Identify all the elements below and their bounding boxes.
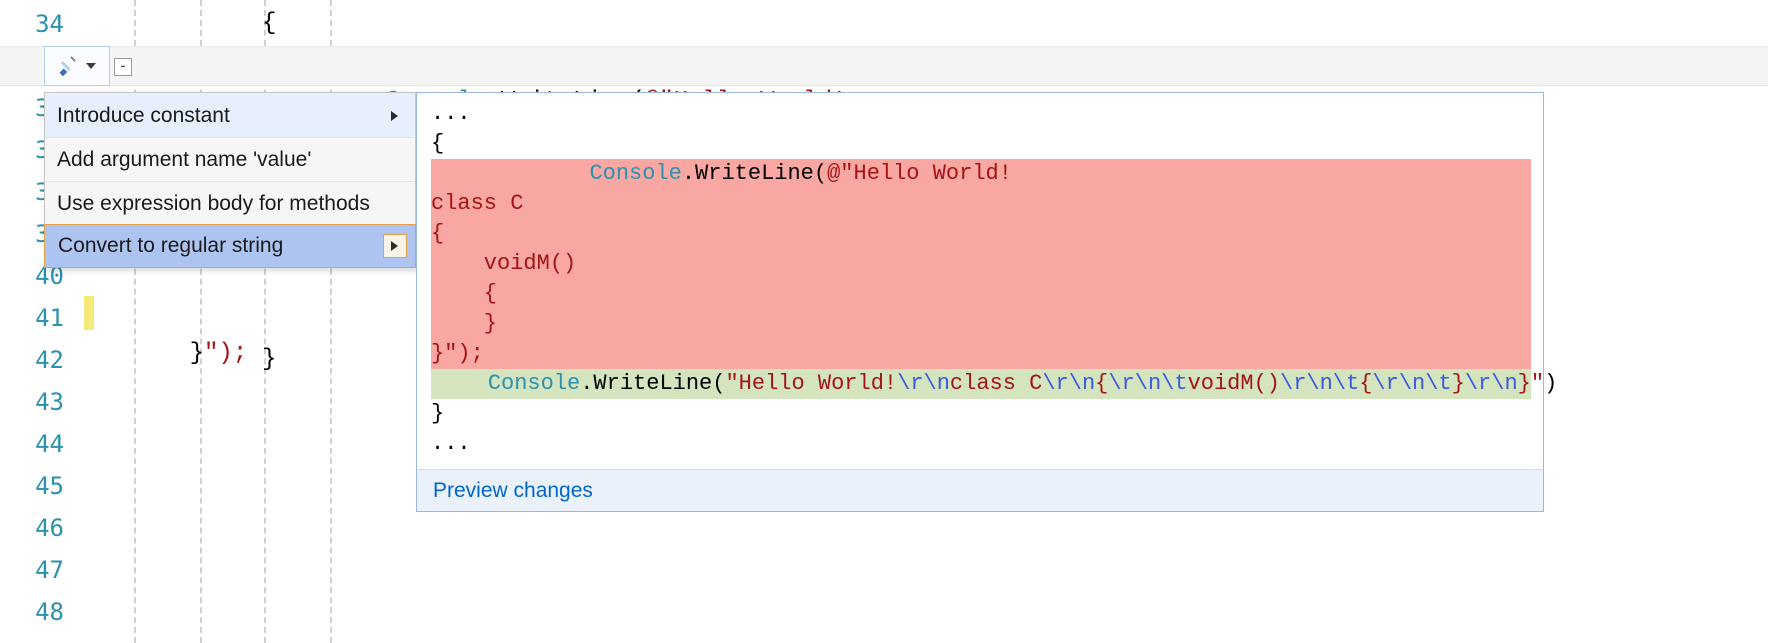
qa-item-label: Convert to regular string [58,234,283,258]
refactor-preview-panel: ... { Console.WriteLine(@"Hello World! c… [416,92,1544,512]
chevron-right-icon [383,234,407,258]
quick-actions-button[interactable] [44,46,110,86]
qa-item-convert-to-regular-string[interactable]: Convert to regular string [44,224,416,268]
refactor-preview-footer: Preview changes [417,469,1543,511]
preview-line: } [431,399,1531,429]
qa-item-use-expression-body[interactable]: Use expression body for methods [45,181,415,225]
line-number: 41 [0,300,64,336]
line-number: 48 [0,594,64,630]
preview-line: ... [431,429,1531,459]
chevron-down-icon [85,60,97,72]
diff-added-block: Console.WriteLine("Hello World!\r\nclass… [431,369,1531,399]
chevron-right-icon [383,104,407,128]
line-number: 47 [0,552,64,588]
qa-item-label: Use expression body for methods [57,192,370,216]
qa-item-label: Add argument name 'value' [57,148,311,172]
code-line: { [132,6,1768,42]
preview-line: ... [431,99,1531,129]
preview-changes-link[interactable]: Preview changes [433,479,593,503]
qa-item-introduce-constant[interactable]: Introduce constant [45,93,415,137]
screwdriver-icon [57,54,81,78]
diff-removed-block: Console.WriteLine(@"Hello World! class C… [431,159,1531,369]
line-number: 43 [0,384,64,420]
refactor-preview-body: ... { Console.WriteLine(@"Hello World! c… [417,93,1543,469]
line-number: 34 [0,6,64,42]
line-number: 45 [0,468,64,504]
line-number: 42 [0,342,64,378]
change-indicator [84,296,94,330]
qa-item-label: Introduce constant [57,104,230,128]
quick-actions-menu: Introduce constant Add argument name 'va… [44,92,416,268]
line-number: 46 [0,510,64,546]
outline-collapse-toggle[interactable]: - [114,58,132,76]
line-number: 44 [0,426,64,462]
preview-line: { [431,129,1531,159]
qa-item-add-argument-name[interactable]: Add argument name 'value' [45,137,415,181]
